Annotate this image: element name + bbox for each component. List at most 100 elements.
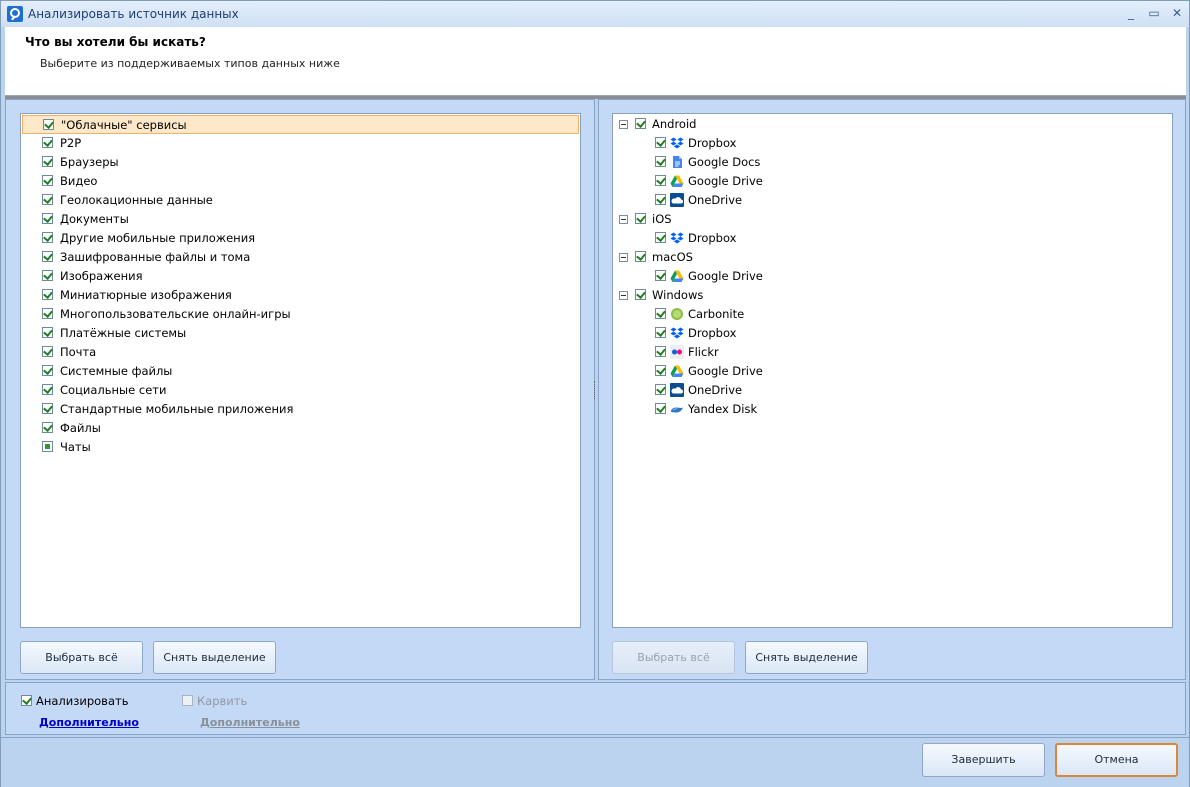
- item-checkbox[interactable]: [655, 308, 666, 319]
- item-label: Dropbox: [688, 231, 737, 245]
- item-checkbox[interactable]: [42, 384, 53, 395]
- list-item[interactable]: Изображения: [22, 267, 579, 286]
- item-checkbox[interactable]: [655, 346, 666, 357]
- group-checkbox[interactable]: [635, 251, 646, 262]
- item-checkbox[interactable]: [42, 441, 53, 452]
- tree-item[interactable]: Dropbox: [614, 134, 1171, 153]
- item-checkbox[interactable]: [655, 175, 666, 186]
- item-checkbox[interactable]: [42, 327, 53, 338]
- list-item[interactable]: Чаты: [22, 438, 579, 457]
- item-checkbox[interactable]: [655, 403, 666, 414]
- list-item[interactable]: Документы: [22, 210, 579, 229]
- item-checkbox[interactable]: [42, 232, 53, 243]
- item-checkbox[interactable]: [42, 422, 53, 433]
- list-item[interactable]: Почта: [22, 343, 579, 362]
- select-all-button[interactable]: Выбрать всё: [612, 641, 735, 674]
- flickr-icon: [670, 345, 684, 359]
- carve-option[interactable]: Карвить: [182, 692, 302, 711]
- item-checkbox[interactable]: [655, 156, 666, 167]
- list-item[interactable]: Миниатюрные изображения: [22, 286, 579, 305]
- tree-item[interactable]: OneDrive: [614, 381, 1171, 400]
- item-checkbox[interactable]: [42, 156, 53, 167]
- select-all-button[interactable]: Выбрать всё: [20, 641, 143, 674]
- item-checkbox[interactable]: [655, 194, 666, 205]
- tree-group-macos[interactable]: macOS: [614, 248, 1171, 267]
- title-bar[interactable]: Анализировать источник данных _ ▭ ✕: [1, 1, 1189, 27]
- tree-group-ios[interactable]: iOS: [614, 210, 1171, 229]
- item-checkbox[interactable]: [42, 403, 53, 414]
- carve-more-link[interactable]: Дополнительно: [200, 716, 300, 729]
- tree-item[interactable]: Google Drive: [614, 267, 1171, 286]
- item-checkbox[interactable]: [42, 270, 53, 281]
- item-checkbox[interactable]: [42, 251, 53, 262]
- tree-item[interactable]: Yandex Disk: [614, 400, 1171, 419]
- list-item[interactable]: Файлы: [22, 419, 579, 438]
- list-item[interactable]: Стандартные мобильные приложения: [22, 400, 579, 419]
- list-item[interactable]: Многопользовательские онлайн-игры: [22, 305, 579, 324]
- item-checkbox[interactable]: [655, 232, 666, 243]
- source-tree[interactable]: Android Dropbox Google Docs Google Drive One…: [612, 113, 1173, 628]
- splitter-grip[interactable]: [594, 381, 597, 399]
- tree-item[interactable]: OneDrive: [614, 191, 1171, 210]
- list-item[interactable]: Системные файлы: [22, 362, 579, 381]
- minimize-button[interactable]: _: [1121, 5, 1141, 21]
- carve-checkbox[interactable]: [182, 695, 193, 706]
- tree-item[interactable]: Google Drive: [614, 362, 1171, 381]
- item-checkbox[interactable]: [42, 137, 53, 148]
- list-item[interactable]: Зашифрованные файлы и тома: [22, 248, 579, 267]
- item-label: Платёжные системы: [60, 326, 187, 340]
- list-item[interactable]: "Облачные" сервисы: [22, 115, 579, 134]
- collapse-icon[interactable]: [619, 253, 628, 262]
- collapse-icon[interactable]: [619, 291, 628, 300]
- list-item[interactable]: Платёжные системы: [22, 324, 579, 343]
- item-checkbox[interactable]: [42, 346, 53, 357]
- tree-group-android[interactable]: Android: [614, 115, 1171, 134]
- tree-item[interactable]: Dropbox: [614, 324, 1171, 343]
- tree-item[interactable]: Flickr: [614, 343, 1171, 362]
- item-checkbox[interactable]: [42, 365, 53, 376]
- item-checkbox[interactable]: [42, 175, 53, 186]
- list-item[interactable]: Геолокационные данные: [22, 191, 579, 210]
- dropbox-icon: [670, 136, 684, 150]
- list-item[interactable]: Другие мобильные приложения: [22, 229, 579, 248]
- finish-button[interactable]: Завершить: [922, 743, 1045, 777]
- group-checkbox[interactable]: [635, 213, 646, 224]
- tree-item[interactable]: Google Docs: [614, 153, 1171, 172]
- list-item[interactable]: Социальные сети: [22, 381, 579, 400]
- collapse-icon[interactable]: [619, 120, 628, 129]
- group-label: Windows: [652, 288, 704, 302]
- options-panel: Анализировать Дополнительно Карвить Допо…: [5, 682, 1186, 735]
- list-item[interactable]: P2P: [22, 134, 579, 153]
- item-label: OneDrive: [688, 383, 743, 397]
- item-checkbox[interactable]: [655, 270, 666, 281]
- item-checkbox[interactable]: [42, 213, 53, 224]
- close-button[interactable]: ✕: [1167, 5, 1187, 21]
- item-checkbox[interactable]: [43, 119, 54, 130]
- tree-group-windows[interactable]: Windows: [614, 286, 1171, 305]
- analyze-checkbox[interactable]: [21, 695, 32, 706]
- item-checkbox[interactable]: [42, 308, 53, 319]
- tree-item[interactable]: Dropbox: [614, 229, 1171, 248]
- data-type-list[interactable]: "Облачные" сервисы P2P Браузеры Видео Геолок…: [20, 113, 581, 628]
- item-label: Google Drive: [688, 174, 763, 188]
- tree-item[interactable]: Google Drive: [614, 172, 1171, 191]
- tree-item[interactable]: Carbonite: [614, 305, 1171, 324]
- item-checkbox[interactable]: [655, 365, 666, 376]
- deselect-button[interactable]: Снять выделение: [153, 641, 276, 674]
- item-checkbox[interactable]: [42, 289, 53, 300]
- item-label: Изображения: [60, 269, 143, 283]
- cancel-button[interactable]: Отмена: [1055, 743, 1178, 777]
- analyze-option[interactable]: Анализировать: [21, 692, 171, 711]
- item-checkbox[interactable]: [655, 137, 666, 148]
- item-checkbox[interactable]: [655, 384, 666, 395]
- list-item[interactable]: Видео: [22, 172, 579, 191]
- collapse-icon[interactable]: [619, 215, 628, 224]
- maximize-button[interactable]: ▭: [1144, 5, 1164, 21]
- item-checkbox[interactable]: [42, 194, 53, 205]
- group-checkbox[interactable]: [635, 289, 646, 300]
- group-checkbox[interactable]: [635, 118, 646, 129]
- list-item[interactable]: Браузеры: [22, 153, 579, 172]
- item-checkbox[interactable]: [655, 327, 666, 338]
- deselect-button[interactable]: Снять выделение: [745, 641, 868, 674]
- analyze-more-link[interactable]: Дополнительно: [39, 716, 139, 729]
